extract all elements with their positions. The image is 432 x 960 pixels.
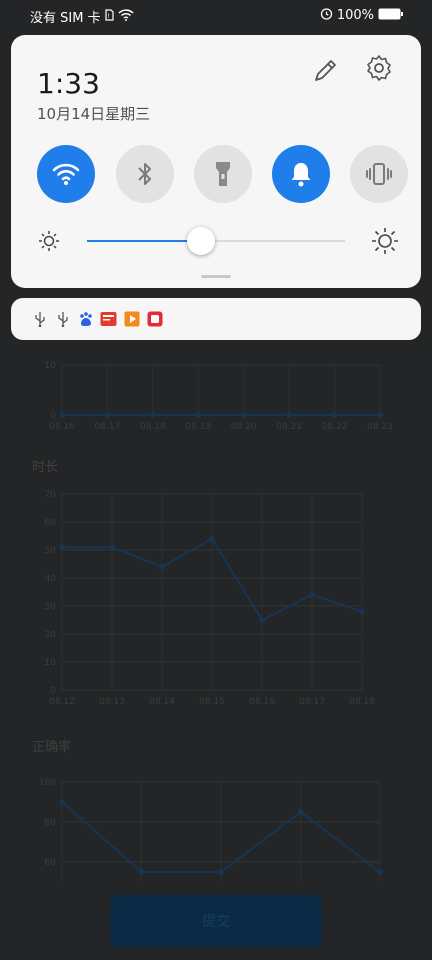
- brightness-control: [37, 227, 401, 255]
- panel-drag-handle[interactable]: [201, 275, 231, 278]
- data-point: [297, 809, 304, 815]
- red-app-icon: [146, 310, 163, 327]
- wifi-status-icon: [118, 8, 134, 25]
- data-point: [59, 799, 65, 805]
- y-tick-label: 10: [45, 361, 57, 371]
- chart-2-title: 时长: [32, 460, 59, 475]
- usb-debug-icon: [54, 310, 71, 327]
- y-tick-label: 60: [45, 858, 57, 868]
- data-point: [149, 412, 156, 418]
- brightness-low-icon: [39, 231, 59, 251]
- y-tick-label: 60: [45, 518, 57, 528]
- data-point: [259, 617, 265, 623]
- battery-percent: 100%: [336, 8, 374, 23]
- chart-3-title: 正确率: [32, 740, 72, 755]
- gear-icon[interactable]: [364, 53, 394, 83]
- data-point: [218, 869, 224, 875]
- x-tick-label: 08.19: [185, 422, 211, 432]
- brightness-high-icon: [372, 228, 398, 254]
- flashlight-toggle[interactable]: [194, 145, 252, 203]
- sound-toggle[interactable]: [272, 145, 330, 203]
- brightness-slider[interactable]: [87, 227, 345, 255]
- x-tick-label: 08.14: [149, 697, 175, 707]
- chart-3: 100 80 60: [39, 778, 383, 882]
- data-point: [377, 869, 383, 875]
- x-tick-label: 08.17: [95, 422, 121, 432]
- status-bar: 没有 SIM 卡 ! 100%: [0, 0, 432, 30]
- data-point: [240, 412, 247, 418]
- wifi-toggle[interactable]: [37, 145, 95, 203]
- y-tick-label: 20: [45, 630, 57, 640]
- flashlight-icon: [216, 162, 230, 186]
- x-tick-label: 08.12: [49, 697, 75, 707]
- data-point: [159, 563, 165, 570]
- notification-bar[interactable]: [11, 298, 421, 340]
- x-tick-label: 08.23: [367, 422, 393, 432]
- vibrate-toggle[interactable]: [350, 145, 408, 203]
- data-point: [138, 869, 145, 875]
- y-tick-label: 100: [39, 778, 56, 788]
- x-tick-label: 08.16: [249, 697, 275, 707]
- battery-icon: [378, 8, 404, 24]
- data-point: [104, 412, 111, 418]
- data-point: [377, 412, 383, 418]
- baidu-icon: [77, 310, 94, 327]
- x-tick-label: 08.13: [99, 697, 125, 707]
- y-tick-label: 30: [45, 602, 57, 612]
- data-point: [286, 412, 293, 418]
- y-tick-label: 10: [45, 658, 57, 668]
- wifi-icon: [52, 163, 80, 185]
- brightness-slider-fill: [87, 240, 201, 242]
- chart-2: 70 60 50 40 30 20 10 008.12 08.13 08.14 08.15 08.16…: [45, 490, 376, 707]
- carrier-text: 没有 SIM 卡: [30, 11, 101, 26]
- video-app-icon: [123, 310, 140, 327]
- y-tick-label: 0: [50, 686, 56, 696]
- alarm-icon: [320, 7, 333, 24]
- usb-icon: [31, 310, 48, 327]
- data-point: [359, 608, 365, 615]
- x-tick-label: 08.15: [199, 697, 225, 707]
- y-tick-label: 70: [45, 490, 57, 500]
- chart-1: 10 008.16 08.17 08.18 08.19 08.20 08.21 08.22 08…: [45, 361, 393, 432]
- data-point: [331, 412, 338, 418]
- x-tick-label: 08.18: [349, 697, 375, 707]
- x-tick-label: 08.17: [299, 697, 325, 707]
- x-tick-label: 08.20: [231, 422, 257, 432]
- bell-icon: [291, 163, 311, 187]
- news-app-icon: [100, 310, 117, 327]
- svg-text:!: !: [107, 13, 109, 20]
- brightness-slider-thumb[interactable]: [186, 227, 215, 255]
- data-point: [59, 544, 65, 551]
- x-tick-label: 08.16: [49, 422, 75, 432]
- sim-icon: !: [104, 8, 114, 25]
- y-tick-label: 0: [50, 411, 56, 421]
- x-tick-label: 08.18: [140, 422, 166, 432]
- data-point: [195, 412, 202, 418]
- y-tick-label: 50: [45, 546, 57, 556]
- x-tick-label: 08.22: [322, 422, 348, 432]
- data-point: [59, 412, 65, 418]
- y-tick-label: 40: [45, 574, 57, 584]
- y-tick-label: 80: [45, 818, 57, 828]
- vibrate-icon: [366, 163, 392, 185]
- bluetooth-toggle[interactable]: [116, 145, 174, 203]
- edit-icon[interactable]: [311, 55, 341, 85]
- data-point: [209, 535, 215, 542]
- clock-date: 10月14日星期三: [37, 105, 151, 123]
- bluetooth-icon: [138, 163, 151, 185]
- data-point: [109, 544, 115, 551]
- data-point: [309, 591, 315, 598]
- clock-time: 1:33: [37, 67, 100, 100]
- submit-button[interactable]: 提交: [110, 895, 322, 947]
- quick-settings-panel: 1:33 10月14日星期三: [11, 35, 421, 288]
- x-tick-label: 08.21: [276, 422, 302, 432]
